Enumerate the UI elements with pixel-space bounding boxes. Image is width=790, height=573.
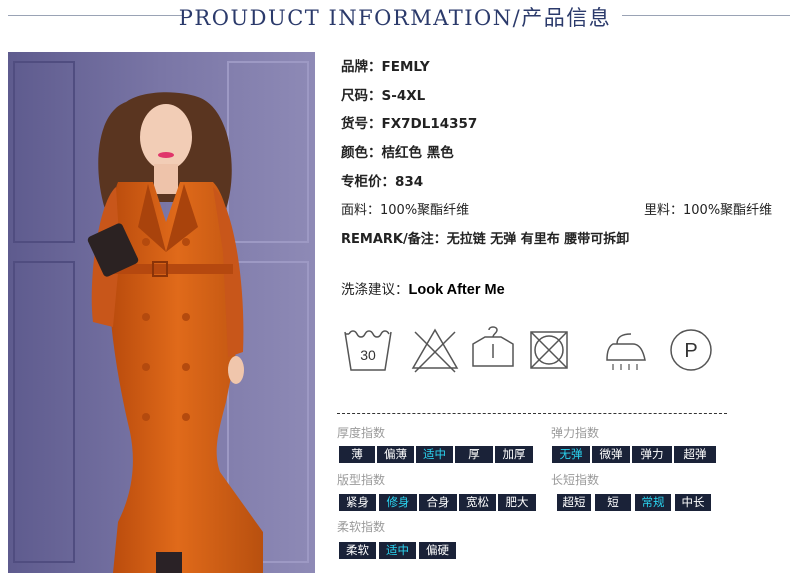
spec-lining-value: 100%聚酯纤维 — [683, 203, 773, 218]
thickness-tag-1: 偏薄 — [377, 446, 414, 463]
spec-lining: 里料：100%聚酯纤维 — [644, 199, 772, 218]
spec-color-label: 颜色： — [341, 145, 382, 161]
product-photo — [8, 52, 315, 573]
spec-wash: 洗涤建议：Look After Me — [341, 278, 505, 298]
header-divider-right — [622, 15, 790, 16]
elasticity-index-label: 弹力指数 — [551, 426, 600, 440]
length-tag-2: 常规 — [635, 494, 671, 511]
fit-tag-4: 肥大 — [498, 494, 536, 511]
no-tumble-dry-icon — [521, 322, 577, 380]
spec-brand: 品牌：FEMLY — [341, 55, 430, 75]
spec-lining-label: 里料： — [644, 203, 684, 218]
spec-fabric: 面料：100%聚酯纤维 — [341, 199, 469, 218]
softness-tag-2: 偏硬 — [419, 542, 456, 559]
fit-tag-0: 紧身 — [339, 494, 376, 511]
thickness-index-label: 厚度指数 — [337, 426, 386, 440]
svg-text:P: P — [684, 340, 697, 362]
length-tag-3: 中长 — [675, 494, 711, 511]
fit-tag-1: 修身 — [379, 494, 417, 511]
fit-tag-2: 合身 — [419, 494, 457, 511]
spec-item-no: 货号：FX7DL14357 — [341, 112, 477, 132]
spec-remark: REMARK/备注：无拉链 无弹 有里布 腰带可拆卸 — [341, 228, 629, 247]
spec-remark-value: 无拉链 无弹 有里布 腰带可拆卸 — [446, 232, 630, 247]
iron-steam-icon — [599, 322, 655, 380]
elasticity-tag-2: 弹力 — [632, 446, 672, 463]
svg-text:30: 30 — [360, 347, 376, 363]
hang-dry-icon — [465, 322, 521, 380]
spec-size-value: S-4XL — [381, 88, 426, 104]
no-bleach-icon — [407, 322, 463, 380]
spec-item-no-label: 货号： — [341, 116, 382, 132]
fit-tag-3: 宽松 — [459, 494, 496, 511]
softness-tag-0: 柔软 — [339, 542, 376, 559]
spec-size: 尺码：S-4XL — [341, 84, 425, 104]
elasticity-tag-0: 无弹 — [552, 446, 590, 463]
length-tag-0: 超短 — [557, 494, 591, 511]
spec-wash-label: 洗涤建议： — [341, 282, 409, 298]
elasticity-tag-1: 微弹 — [592, 446, 630, 463]
spec-price-value: 834 — [395, 174, 424, 190]
spec-fabric-value: 100%聚酯纤维 — [380, 203, 470, 218]
thickness-tag-0: 薄 — [339, 446, 375, 463]
section-title: PROUDUCT INFORMATION/产品信息 — [178, 6, 612, 30]
spec-brand-label: 品牌： — [341, 59, 382, 75]
spec-item-no-value: FX7DL14357 — [381, 116, 478, 132]
spec-fabric-label: 面料： — [341, 203, 381, 218]
thickness-tag-2: 适中 — [416, 446, 453, 463]
length-index-label: 长短指数 — [551, 473, 600, 487]
thickness-tag-4: 加厚 — [495, 446, 533, 463]
elasticity-tag-3: 超弹 — [674, 446, 716, 463]
spec-price-label: 专柜价： — [341, 174, 395, 190]
section-divider — [337, 413, 727, 414]
dry-clean-p-icon: P — [663, 322, 719, 380]
spec-color: 颜色：桔红色 黑色 — [341, 141, 454, 161]
spec-brand-value: FEMLY — [381, 59, 430, 75]
spec-remark-label: REMARK/备注： — [341, 232, 447, 247]
spec-wash-value: Look After Me — [408, 282, 505, 298]
thickness-tag-3: 厚 — [455, 446, 493, 463]
spec-size-label: 尺码： — [341, 88, 382, 104]
care-icons: 30 P — [337, 322, 727, 380]
softness-tag-1: 适中 — [379, 542, 416, 559]
wash-30-icon: 30 — [339, 322, 395, 380]
spec-price: 专柜价：834 — [341, 170, 423, 190]
fit-index-label: 版型指数 — [337, 473, 386, 487]
spec-color-value: 桔红色 黑色 — [381, 145, 454, 161]
length-tag-1: 短 — [595, 494, 631, 511]
softness-index-label: 柔软指数 — [337, 520, 386, 534]
